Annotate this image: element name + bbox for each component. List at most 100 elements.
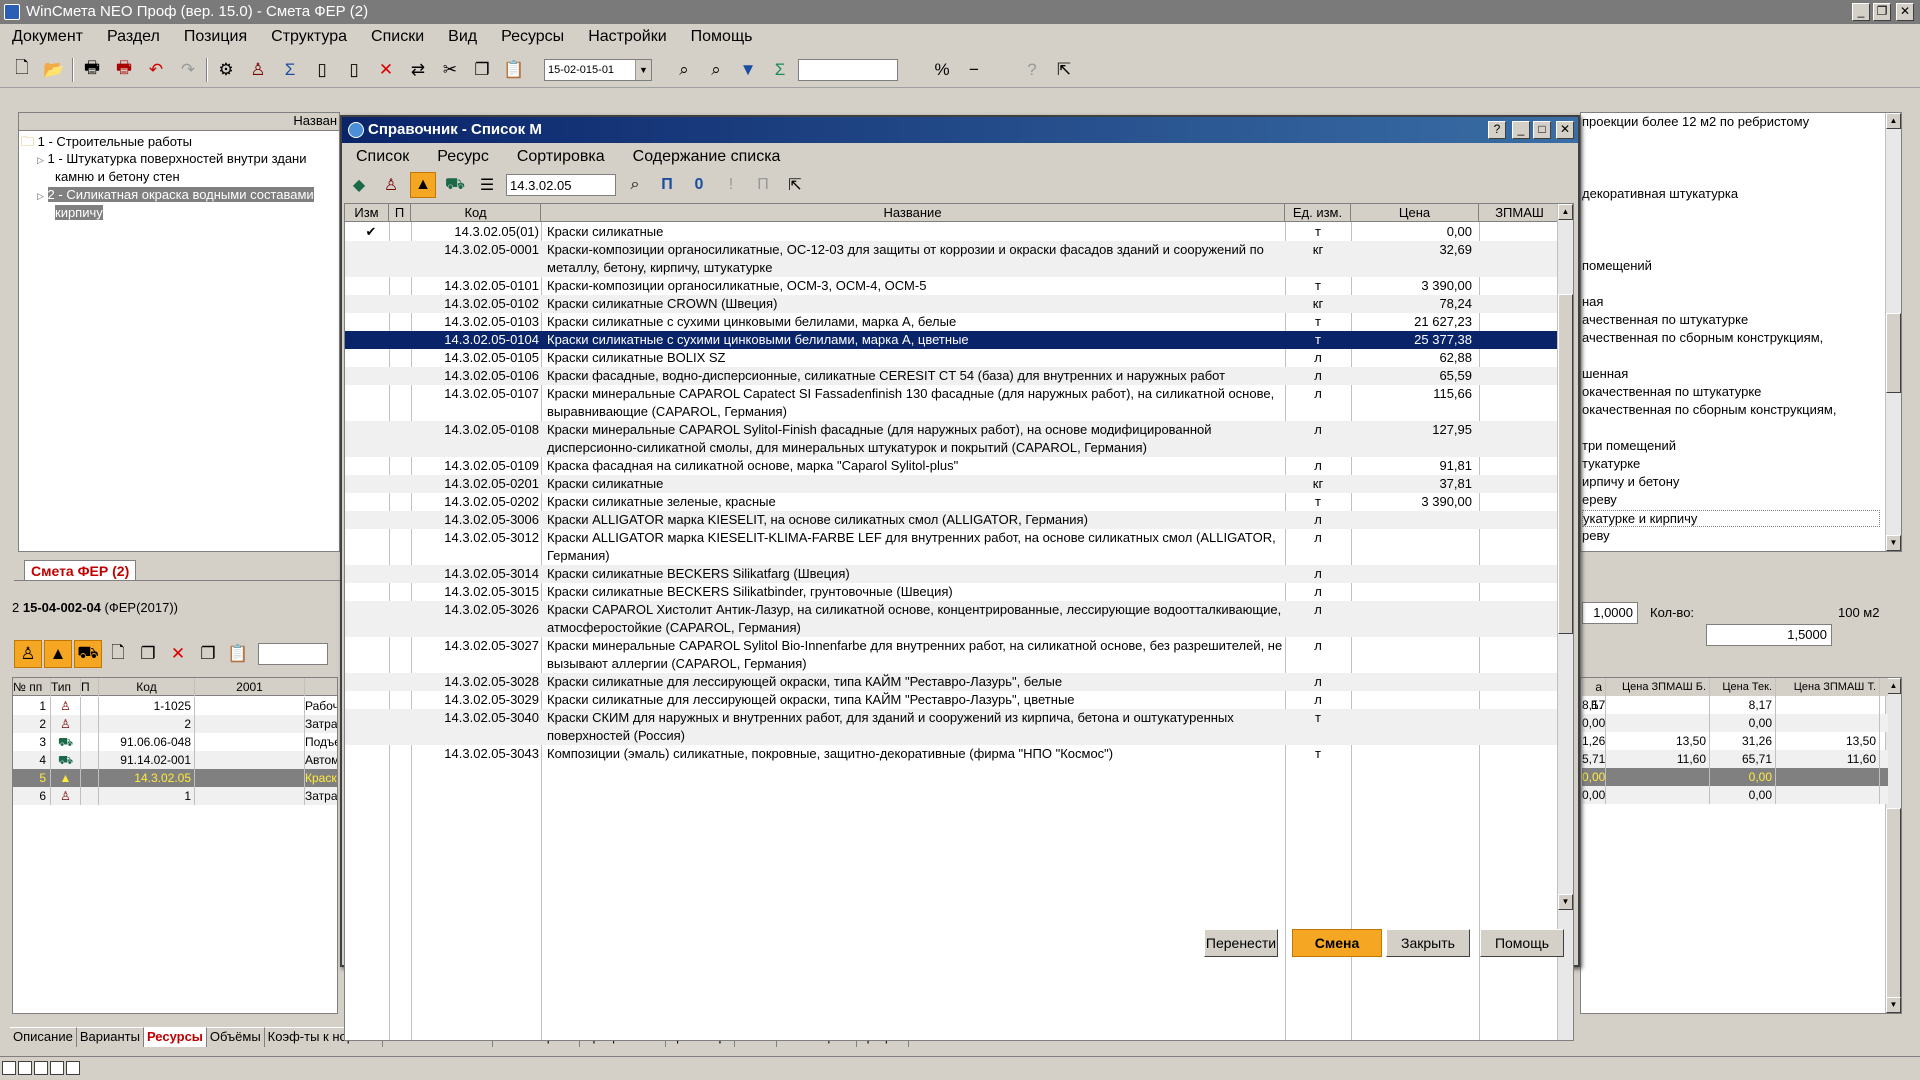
table-row[interactable]: 14.3.02.05-3027 Краски минеральные CAPARO… bbox=[345, 637, 1561, 673]
filter-p-icon[interactable]: П bbox=[654, 172, 680, 198]
menu-resources[interactable]: Ресурсы bbox=[489, 24, 576, 50]
tree-item-silicate[interactable]: ▷ 2 - Силикатная окраска водными состава… bbox=[37, 187, 314, 202]
filter-off-icon[interactable]: П bbox=[750, 172, 776, 198]
menu-position[interactable]: Позиция bbox=[172, 24, 259, 50]
table-row[interactable]: 3 ⛟ 91.06.06-048 Подъе bbox=[13, 733, 337, 751]
close-icon[interactable]: ✕ bbox=[1896, 3, 1914, 21]
find-next-icon[interactable]: ⌕ bbox=[702, 56, 730, 84]
table-row[interactable]: 14.3.02.05-3040 Краски СКИМ для наружных … bbox=[345, 709, 1561, 745]
dialog-help-icon[interactable]: ? bbox=[1488, 121, 1506, 139]
redo-icon[interactable]: ↷ bbox=[174, 56, 202, 84]
move-icon[interactable]: ⇄ bbox=[404, 56, 432, 84]
open-folder-icon[interactable]: 📂 bbox=[40, 56, 68, 84]
dialog-search-input[interactable] bbox=[506, 174, 616, 196]
chevron-down-icon[interactable]: ▼ bbox=[635, 59, 651, 80]
table-row[interactable]: 14.3.02.05-0105 Краски силикатные BOLIX S… bbox=[345, 349, 1561, 367]
table-row[interactable]: 8,17 8,17 bbox=[1582, 696, 1888, 714]
table-row[interactable]: 5,71 11,60 65,71 11,60 bbox=[1582, 750, 1888, 768]
table-row[interactable]: 0,00 0,00 bbox=[1582, 714, 1888, 732]
table-row[interactable]: 4 ⛟ 91.14.02-001 Автом bbox=[13, 751, 337, 769]
scroll-down-icon[interactable]: ▼ bbox=[1886, 997, 1901, 1013]
dialog-menu-list[interactable]: Список bbox=[342, 143, 423, 169]
undo-icon[interactable]: ↶ bbox=[142, 56, 170, 84]
tab-volumes[interactable]: Объёмы bbox=[206, 1027, 265, 1047]
table-row[interactable]: 5 ▲ 14.3.02.05 Краски bbox=[13, 769, 337, 787]
tab-variants[interactable]: Варианты bbox=[76, 1027, 144, 1047]
scroll-up-icon[interactable]: ▲ bbox=[1886, 678, 1901, 694]
col-header-name[interactable]: Название bbox=[541, 204, 1285, 222]
table-row[interactable]: 14.3.02.05-3028 Краски силикатные для лес… bbox=[345, 673, 1561, 691]
scroll-thumb[interactable] bbox=[1558, 294, 1573, 634]
table-row[interactable]: 14.3.02.05-3026 Краски CAPAROL Хистолит А… bbox=[345, 601, 1561, 637]
table-row[interactable]: 14.3.02.05-0109 Краска фасадная на силика… bbox=[345, 457, 1561, 475]
worker-icon[interactable]: ♙ bbox=[244, 56, 272, 84]
delete-icon[interactable]: ✕ bbox=[372, 56, 400, 84]
scroll-thumb[interactable] bbox=[1886, 808, 1901, 998]
copy-icon[interactable]: ❐ bbox=[194, 640, 222, 668]
tab-description[interactable]: Описание bbox=[10, 1027, 77, 1047]
scroll-down-icon[interactable]: ▼ bbox=[1886, 535, 1901, 551]
table-row[interactable]: 0,00 0,00 bbox=[1582, 786, 1888, 804]
tree-list-icon[interactable]: ☰ bbox=[474, 172, 500, 198]
new-document-icon[interactable]: 🗋 bbox=[8, 56, 36, 84]
expand-icon[interactable]: ▷ bbox=[37, 155, 44, 165]
dialog-minimize-icon[interactable]: _ bbox=[1512, 121, 1530, 139]
exclamation-icon[interactable]: ! bbox=[718, 172, 744, 198]
paste-icon[interactable]: 📋 bbox=[500, 56, 528, 84]
paste-icon[interactable]: 📋 bbox=[224, 640, 252, 668]
machine-icon[interactable]: ⛟ bbox=[74, 640, 102, 668]
toolbar-search-input[interactable] bbox=[798, 58, 898, 81]
context-help-icon[interactable]: ⇱ bbox=[782, 172, 808, 198]
table-row[interactable]: 14.3.02.05-0102 Краски силикатные CROWN (… bbox=[345, 295, 1561, 313]
tab-resources[interactable]: Ресурсы bbox=[143, 1027, 207, 1047]
table-row[interactable]: 14.3.02.05-0108 Краски минеральные CAPARO… bbox=[345, 421, 1561, 457]
worker-icon[interactable]: ♙ bbox=[14, 640, 42, 668]
table-row[interactable]: 14.3.02.05-3029 Краски силикатные для лес… bbox=[345, 691, 1561, 709]
table-scrollbar[interactable]: ▲ ▼ bbox=[1557, 204, 1573, 1040]
add-from-list-icon[interactable]: ❐ bbox=[134, 640, 162, 668]
col-header-zpmash[interactable]: ЗПМАШ bbox=[1479, 204, 1561, 222]
coef-input[interactable]: 1,0000 bbox=[1582, 602, 1638, 624]
col-header-price[interactable]: Цена bbox=[1351, 204, 1479, 222]
menu-section[interactable]: Раздел bbox=[95, 24, 172, 50]
menu-help[interactable]: Помощь bbox=[679, 24, 765, 50]
percent-icon[interactable]: % bbox=[928, 56, 956, 84]
machine-icon[interactable]: ⛟ bbox=[442, 172, 468, 198]
table-row[interactable]: 14.3.02.05-0106 Краски фасадные, водно-ди… bbox=[345, 367, 1561, 385]
restore-icon[interactable]: ❐ bbox=[1873, 3, 1891, 21]
print-preview-icon[interactable]: 🖶 bbox=[110, 56, 138, 84]
sum-filter-icon[interactable]: Σ bbox=[766, 56, 794, 84]
table-row[interactable]: 2 ♙ 2 Затрат bbox=[13, 715, 337, 733]
page-icon[interactable]: ▯ bbox=[308, 56, 336, 84]
expand-icon[interactable]: ▷ bbox=[37, 191, 44, 201]
scroll-up-icon[interactable]: ▲ bbox=[1558, 204, 1573, 220]
qty-input[interactable]: 1,5000 bbox=[1706, 624, 1832, 646]
tree-item-plaster[interactable]: ▷ 1 - Штукатурка поверхностей внутри зда… bbox=[37, 151, 307, 166]
calculate-icon[interactable]: ⚙ bbox=[212, 56, 240, 84]
scroll-down-icon[interactable]: ▼ bbox=[1558, 894, 1573, 910]
date-combo[interactable]: 15-02-015-01 ▼ bbox=[544, 58, 652, 81]
table-row[interactable]: 6 ♙ 1 Затрат bbox=[13, 787, 337, 805]
dialog-maximize-icon[interactable]: □ bbox=[1533, 121, 1551, 139]
description-scrollbar[interactable]: ▲ ▼ bbox=[1885, 113, 1901, 551]
material-icon[interactable]: ▲ bbox=[44, 640, 72, 668]
table-row[interactable]: 0,00 0,00 bbox=[1582, 768, 1888, 786]
table-row[interactable]: 14.3.02.05-0103 Краски силикатные с сухим… bbox=[345, 313, 1561, 331]
help-icon[interactable]: ? bbox=[1018, 56, 1046, 84]
dialog-close-icon[interactable]: ✕ bbox=[1556, 121, 1574, 139]
dialog-menu-sort[interactable]: Сортировка bbox=[503, 143, 619, 169]
menu-document[interactable]: Документ bbox=[0, 24, 95, 50]
doc-tab[interactable]: Смета ФЕР (2) bbox=[24, 560, 137, 580]
delete-icon[interactable]: ✕ bbox=[164, 640, 192, 668]
help-button[interactable]: Помощь bbox=[1480, 929, 1564, 957]
table-row[interactable]: 1 ♙ 1-1025 Рабочи bbox=[13, 697, 337, 715]
table-row[interactable]: 14.3.02.05-3043 Композиции (эмаль) силика… bbox=[345, 745, 1561, 763]
table-row[interactable]: 14.3.02.05-3015 Краски силикатные BECKERS… bbox=[345, 583, 1561, 601]
layout-icon[interactable] bbox=[34, 1061, 48, 1075]
table-row[interactable]: 14.3.02.05-3006 Краски ALLIGATOR марка KI… bbox=[345, 511, 1561, 529]
layout-icon[interactable] bbox=[66, 1061, 80, 1075]
table-row[interactable]: 14.3.02.05-0001 Краски-композиции органос… bbox=[345, 241, 1561, 277]
copy-icon[interactable]: ❐ bbox=[468, 56, 496, 84]
transfer-button[interactable]: Перенести bbox=[1204, 929, 1278, 957]
table-row[interactable]: 1,26 13,50 31,26 13,50 bbox=[1582, 732, 1888, 750]
